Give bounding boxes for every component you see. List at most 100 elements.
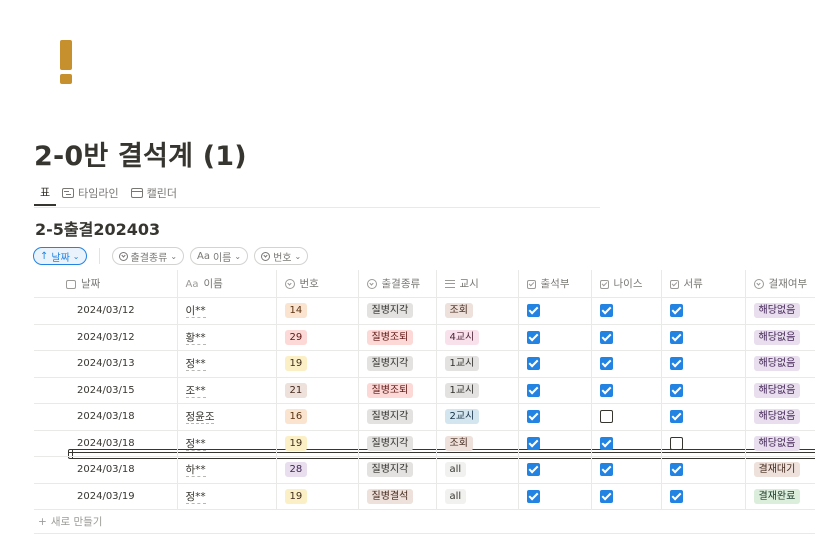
approval-cell[interactable]: 해당없음 [745,403,815,431]
date-cell[interactable]: 2024/03/18 [34,456,178,484]
doc-checkbox[interactable] [669,357,683,371]
number-cell[interactable]: 16 [276,403,359,431]
period-cell[interactable]: 1교시 [436,377,519,404]
date-cell[interactable]: 2024/03/18 [34,403,178,431]
period-cell[interactable]: 조회 [436,430,519,457]
doc-checkbox[interactable] [669,330,683,344]
table-row[interactable]: 2024/03/15 조** 21 질병조퇴 1교시 해당없음 [34,377,815,404]
nice-checkbox[interactable] [599,304,613,318]
date-cell[interactable]: 2024/03/15 [34,377,178,404]
type-cell[interactable]: 질병지각 [358,403,437,431]
approval-cell[interactable]: 해당없음 [745,377,815,404]
period-cell[interactable]: all [436,483,519,510]
new-row-button[interactable]: + 새로 만들기 [34,510,815,534]
number-cell[interactable]: 28 [276,456,359,484]
nice-checkbox[interactable] [599,357,613,371]
name-cell[interactable]: 정** [177,483,277,510]
nice-checkbox[interactable] [599,330,613,344]
approval-cell[interactable]: 해당없음 [745,350,815,378]
doc-checkbox[interactable] [669,304,683,318]
date-cell[interactable]: 2024/03/18 [34,430,178,457]
name-cell[interactable]: 하** [177,456,277,484]
attendance-checkbox[interactable] [526,330,540,344]
table-row[interactable]: 2024/03/12 이** 14 질병지각 조회 해당없음 [34,297,815,325]
sort-date-chip[interactable]: ↑ 날짜 ⌄ [33,247,87,265]
period-cell[interactable]: 1교시 [436,350,519,378]
header-doc[interactable]: 서류 [661,270,746,298]
attendance-checkbox[interactable] [526,463,540,477]
name-cell[interactable]: 정윤조 [177,403,277,431]
name-cell[interactable]: 정** [177,430,277,457]
number-cell[interactable]: 19 [276,350,359,378]
table-row[interactable]: 2024/03/13 정** 19 질병지각 1교시 해당없음 [34,350,815,378]
approval-cell[interactable]: 해당없음 [745,430,815,457]
header-date[interactable]: 날짜 [34,270,178,298]
number-cell[interactable]: 21 [276,377,359,404]
header-attendance[interactable]: 출석부 [518,270,592,298]
attendance-checkbox[interactable] [526,489,540,503]
table-row[interactable]: 2024/03/19 정** 19 질병결석 all 결재완료 [34,483,815,510]
tab-calendar-view[interactable]: 캘린더 [125,179,183,206]
table-row[interactable]: 2024/03/18 정** 19 질병지각 조회 해당없음 [34,430,815,457]
table-row[interactable]: 2024/03/18 정윤조 16 질병지각 2교시 해당없음 [34,403,815,431]
type-cell[interactable]: 질병지각 [358,430,437,457]
nice-checkbox[interactable] [599,410,613,424]
name-cell[interactable]: 정** [177,350,277,378]
name-cell[interactable]: 황** [177,324,277,351]
tab-table-view[interactable]: 표 [34,179,815,459]
doc-checkbox[interactable] [669,489,683,503]
header-type[interactable]: 출결종류 [358,270,437,298]
doc-checkbox[interactable] [669,383,683,397]
header-number[interactable]: 번호 [276,270,359,298]
filter-type-chip[interactable]: 출결종류 ⌄ [111,247,185,265]
header-nice[interactable]: 나이스 [591,270,662,298]
type-cell[interactable]: 질병조퇴 [358,324,437,351]
header-name[interactable]: Aa 이름 [177,270,277,298]
number-cell[interactable]: 19 [276,483,359,510]
name-cell[interactable]: 조** [177,377,277,404]
attendance-checkbox[interactable] [526,357,540,371]
approval-cell[interactable]: 결재완료 [745,483,815,510]
date-cell[interactable]: 2024/03/12 [34,324,178,351]
approval-cell[interactable]: 해당없음 [745,324,815,351]
attendance-checkbox[interactable] [526,383,540,397]
page-title[interactable]: 2-0반 결석계 (1) [34,134,247,173]
table-row[interactable]: 2024/03/12 황** 29 질병조퇴 4교시 해당없음 [34,324,815,351]
approval-cell[interactable]: 해당없음 [745,297,815,325]
nice-checkbox[interactable] [599,436,613,450]
type-cell[interactable]: 질병지각 [358,350,437,378]
database-title[interactable]: 2-5출결202403 [35,216,160,240]
type-cell[interactable]: 질병결석 [358,483,437,510]
name-cell[interactable]: 이** [177,297,277,325]
period-cell[interactable]: 2교시 [436,403,519,431]
date-cell[interactable]: 2024/03/13 [34,350,178,378]
table-row[interactable]: 2024/03/18 하** 28 질병지각 all 결재대기 [34,456,815,484]
nice-checkbox[interactable] [599,383,613,397]
filter-number-chip[interactable]: 번호 ⌄ [254,247,309,265]
date-cell[interactable]: 2024/03/19 [34,483,178,510]
date-cell[interactable]: 2024/03/12 [34,297,178,325]
exclamation-icon[interactable] [56,40,76,88]
header-approval[interactable]: 결재여부 [745,270,815,298]
approval-cell[interactable]: 결재대기 [745,456,815,484]
number-cell[interactable]: 19 [276,430,359,457]
tab-timeline-view[interactable]: 타임라인 [56,179,124,206]
attendance-checkbox[interactable] [526,436,540,450]
type-cell[interactable]: 질병조퇴 [358,377,437,404]
nice-checkbox[interactable] [599,489,613,503]
doc-checkbox[interactable] [669,436,683,450]
header-period[interactable]: 교시 [436,270,519,298]
number-cell[interactable]: 29 [276,324,359,351]
period-cell[interactable]: 4교시 [436,324,519,351]
filter-name-chip[interactable]: Aa 이름 ⌄ [190,247,249,265]
type-cell[interactable]: 질병지각 [358,456,437,484]
type-cell[interactable]: 질병지각 [358,297,437,325]
nice-checkbox[interactable] [599,463,613,477]
attendance-checkbox[interactable] [526,410,540,424]
number-cell[interactable]: 14 [276,297,359,325]
doc-checkbox[interactable] [669,463,683,477]
period-cell[interactable]: all [436,456,519,484]
period-cell[interactable]: 조회 [436,297,519,325]
attendance-checkbox[interactable] [526,304,540,318]
doc-checkbox[interactable] [669,410,683,424]
